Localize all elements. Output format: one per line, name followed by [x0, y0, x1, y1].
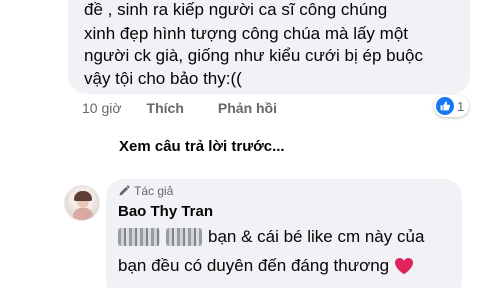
comment-text-line: người ck già, giống như kiểu cưới bị ép …	[84, 46, 424, 65]
reply-button[interactable]: Phản hồi	[218, 100, 277, 116]
comment-text-line: đề , sinh ra kiếp người ca sĩ công chúng	[84, 0, 388, 19]
comment-text-line: xinh đẹp hình tượng công chúa mà lấy một	[84, 24, 408, 43]
like-button[interactable]: Thích	[147, 100, 184, 116]
author-badge: Tác giả	[118, 184, 173, 198]
comment-bubble: đề , sinh ra kiếp người ca sĩ công chúng…	[68, 0, 470, 94]
author-badge-label: Tác giả	[134, 184, 174, 198]
red-heart-icon	[395, 258, 414, 275]
reply-text-line: bạn đều có duyên đến đáng thương	[118, 254, 414, 278]
author-avatar[interactable]	[64, 185, 100, 221]
like-reaction-icon	[436, 97, 454, 115]
comment-text-line: vậy tội cho bảo thy:((	[84, 69, 242, 88]
censored-name-blur	[166, 228, 202, 246]
reply-text: bạn đều có duyên đến đáng thương	[118, 256, 390, 275]
reaction-count: 1	[457, 98, 465, 114]
reply-text-line: bạn & cái bé like cm này của	[118, 225, 424, 249]
reaction-summary[interactable]: 1	[434, 95, 470, 117]
censored-name-blur	[118, 228, 160, 246]
comment-timestamp[interactable]: 10 giờ	[82, 100, 122, 116]
pencil-icon	[119, 185, 130, 196]
view-previous-replies-link[interactable]: Xem câu trả lời trước...	[119, 138, 285, 155]
comment-actions: 10 giờ Thích Phản hồi	[82, 96, 277, 120]
author-name[interactable]: Bao Thy Tran	[118, 203, 213, 220]
reply-text: bạn & cái bé like cm này của	[208, 227, 425, 246]
reply-bubble: Tác giả Bao Thy Tran bạn & cái bé like c…	[106, 179, 462, 288]
